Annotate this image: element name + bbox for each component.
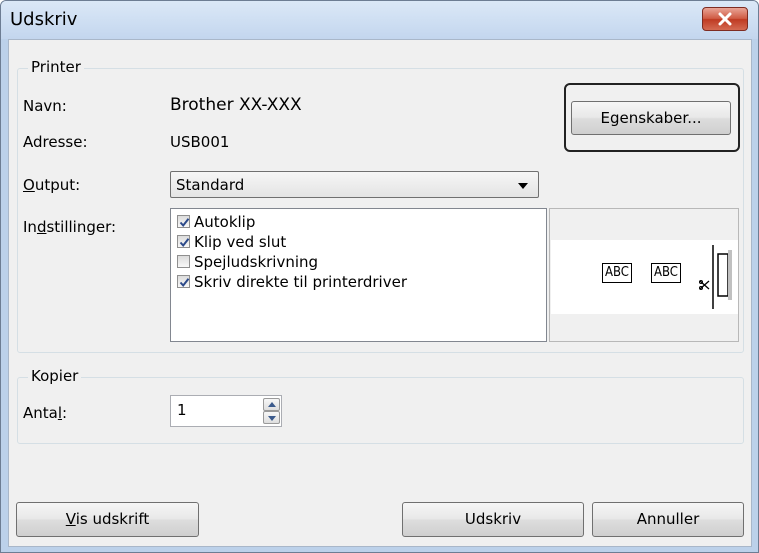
window-title: Udskriv [10, 9, 78, 30]
settings-listbox: Autoklip Klip ved slut Spejludskrivning … [170, 208, 547, 342]
autoclip-label: Autoklip [194, 213, 256, 231]
output-select[interactable]: Standard [170, 171, 539, 198]
increment-button[interactable] [263, 398, 280, 411]
cutter-icon [712, 245, 732, 309]
print-dialog-window: Udskriv Printer Navn: Brother XX-XXX Adr… [0, 0, 759, 553]
mirror-print-label: Spejludskrivning [194, 253, 319, 271]
chevron-down-icon [268, 416, 276, 421]
checkmark-icon [179, 238, 190, 248]
copies-group-legend: Kopier [28, 367, 82, 385]
direct-to-driver-label: Skriv direkte til printerdriver [194, 273, 407, 291]
preview-button[interactable]: Vis udskrift [16, 502, 199, 537]
dialog-body: Printer Navn: Brother XX-XXX Adresse: US… [8, 39, 752, 547]
chevron-down-icon [518, 183, 528, 189]
mirror-print-checkbox[interactable] [177, 255, 190, 268]
preview-text-block-2: ABC [651, 263, 681, 283]
title-bar[interactable]: Udskriv [1, 1, 758, 39]
output-selected-value: Standard [176, 176, 245, 194]
printer-name-label: Navn: [23, 97, 67, 115]
decrement-button[interactable] [263, 411, 280, 424]
copies-count-stepper[interactable]: 1 [170, 395, 282, 427]
printer-group-legend: Printer [28, 58, 84, 76]
copies-count-label: Antal: [23, 404, 68, 422]
output-label: Output: [23, 176, 81, 194]
preview-tape: ABC ABC [551, 240, 738, 314]
direct-to-driver-checkbox[interactable] [177, 275, 190, 288]
print-button[interactable]: Udskriv [402, 502, 584, 537]
cut-at-end-label: Klip ved slut [194, 233, 287, 251]
printer-name-value: Brother XX-XXX [170, 95, 302, 115]
copies-group: Kopier [17, 367, 744, 444]
autoclip-checkbox[interactable] [177, 215, 190, 228]
close-icon [718, 12, 732, 26]
close-button[interactable] [702, 7, 748, 31]
cut-at-end-checkbox[interactable] [177, 235, 190, 248]
scissors-icon [699, 280, 710, 290]
label-preview: ABC ABC [549, 208, 739, 342]
printer-address-label: Adresse: [23, 133, 88, 151]
cancel-button[interactable]: Annuller [592, 502, 744, 537]
checkmark-icon [179, 278, 190, 288]
chevron-up-icon [268, 402, 276, 407]
checkmark-icon [179, 218, 190, 228]
copies-count-value: 1 [177, 401, 187, 419]
printer-address-value: USB001 [170, 133, 230, 151]
settings-label: Indstillinger: [23, 218, 117, 236]
properties-button[interactable]: Egenskaber... [571, 101, 731, 135]
preview-text-block-1: ABC [602, 263, 632, 283]
